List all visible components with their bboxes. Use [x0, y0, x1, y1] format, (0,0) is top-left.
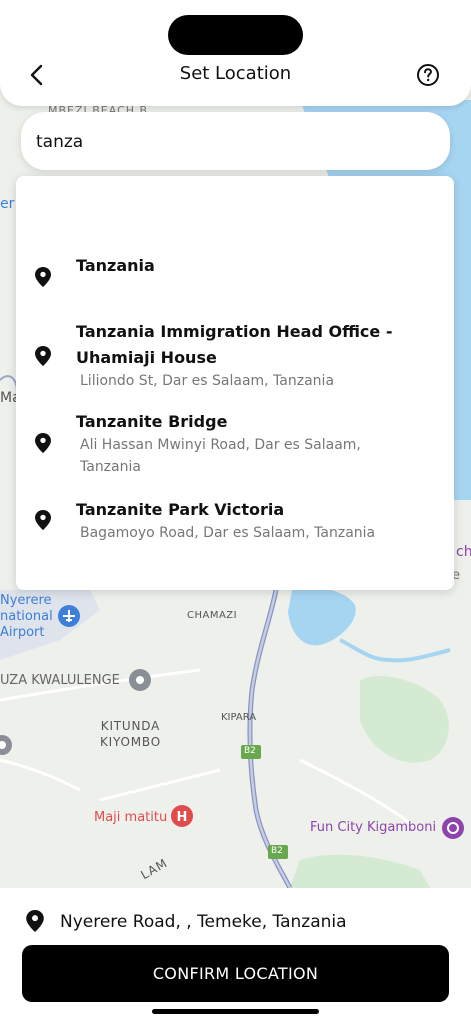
header-bar: Set Location — [0, 0, 471, 106]
help-circle-icon — [417, 64, 439, 86]
result-name: Tanzanite Bridge — [76, 412, 228, 431]
map-label-kitunda: KITUNDA KIYOMBO — [100, 719, 161, 749]
result-address: Ali Hassan Mwinyi Road, Dar es Salaam, T… — [80, 437, 361, 475]
location-pin-icon — [35, 346, 51, 366]
map-road-b2-1: B2 — [244, 746, 256, 756]
search-results-dropdown: Tanzania Tanzania Immigration Head Offic… — [16, 176, 454, 590]
map-label-maji-matitu: Maji matitu — [94, 810, 168, 825]
map-label-right-partial-1: ch — [456, 544, 471, 560]
result-address: Bagamoyo Road, Dar es Salaam, Tanzania — [80, 525, 376, 541]
result-name: Tanzania — [76, 256, 155, 275]
help-button[interactable] — [414, 61, 442, 89]
selected-address-row: Nyerere Road, , Temeke, Tanzania — [0, 908, 471, 936]
result-name: Tanzanite Park Victoria — [76, 500, 285, 519]
location-pin-icon — [26, 910, 44, 932]
result-address: Liliondo St, Dar es Salaam, Tanzania — [80, 373, 335, 389]
dynamic-island — [168, 15, 303, 55]
location-pin-icon — [35, 433, 51, 453]
search-box — [21, 112, 450, 172]
bottom-panel: Nyerere Road, , Temeke, Tanzania CONFIRM… — [0, 888, 471, 1024]
location-pin-icon — [35, 510, 51, 530]
home-indicator — [152, 1009, 319, 1014]
map-label-kipara: KIPARA — [221, 712, 257, 723]
map-label-fun-city: Fun City Kigamboni — [310, 820, 437, 835]
map-label-airport: Nyerere national Airport — [0, 593, 53, 640]
map-label-left-partial-1: er — [0, 196, 15, 212]
map-road-b2-2: B2 — [271, 846, 283, 856]
location-pin-icon — [35, 267, 51, 287]
search-input[interactable] — [34, 112, 418, 172]
confirm-location-button[interactable]: CONFIRM LOCATION — [22, 945, 449, 1002]
result-name: Tanzania Immigration Head Office - Uhami… — [76, 322, 393, 367]
page-title: Set Location — [179, 63, 292, 84]
map-label-chamazi: CHAMAZI — [187, 610, 238, 621]
selected-address: Nyerere Road, , Temeke, Tanzania — [60, 912, 347, 932]
svg-text:H: H — [177, 810, 188, 825]
map-label-kwalulenge: UZA KWALULENGE — [0, 673, 120, 688]
